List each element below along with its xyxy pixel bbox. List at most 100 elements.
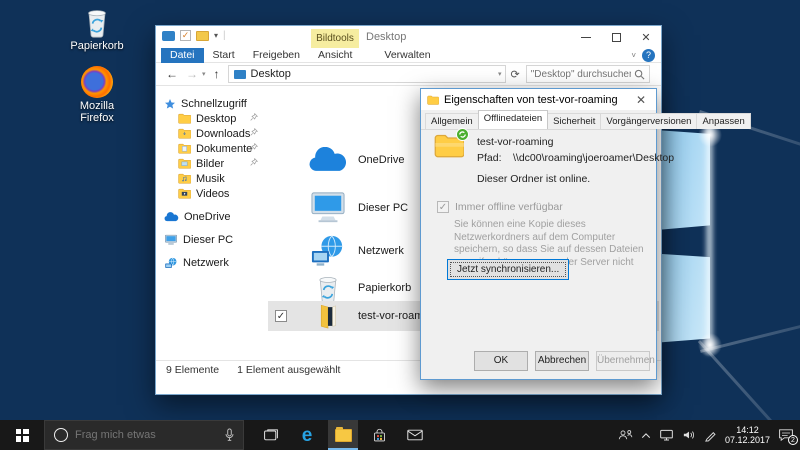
taskbar-clock[interactable]: 14:12 07.12.2017 <box>725 425 770 446</box>
sidebar-item-netzwerk[interactable]: Netzwerk <box>156 255 266 270</box>
show-hidden-icons-chevron[interactable] <box>641 432 651 439</box>
search-box[interactable] <box>525 65 650 83</box>
action-center-button[interactable]: 2 <box>778 428 798 445</box>
file-item-label: Dieser PC <box>358 202 409 214</box>
pc-icon <box>308 191 348 225</box>
sidebar-label: Desktop <box>196 112 237 125</box>
network-tray-icon[interactable] <box>659 429 674 441</box>
forward-button[interactable]: → <box>186 68 198 80</box>
dialog-titlebar: Eigenschaften von test-vor-roaming ✕ <box>421 89 656 110</box>
folder-icon <box>178 143 191 154</box>
up-button[interactable]: ↑ <box>214 68 220 80</box>
sidebar-item-dokumente[interactable]: Dokumente <box>156 141 266 156</box>
sidebar-label: Musik <box>196 172 225 185</box>
people-icon[interactable] <box>618 429 633 441</box>
offline-checkbox-row: ✓ Immer offline verfügbar <box>437 201 563 213</box>
sidebar-item-bilder[interactable]: Bilder <box>156 156 266 171</box>
minimize-button[interactable] <box>571 26 601 48</box>
offline-checkbox[interactable]: ✓ <box>437 201 449 213</box>
contextual-tab-bildtools[interactable]: Bildtools <box>311 29 359 48</box>
tab-freigeben[interactable]: Freigeben <box>244 48 309 63</box>
properties-icon[interactable]: ✓ <box>180 30 191 41</box>
selection-checkbox[interactable]: ✓ <box>275 310 287 322</box>
close-icon[interactable]: ✕ <box>632 93 650 107</box>
system-tray: 14:12 07.12.2017 2 <box>618 425 800 446</box>
tab-offlinedateien[interactable]: Offlinedateien <box>477 110 549 129</box>
store-button[interactable] <box>364 420 394 450</box>
online-status-text: Dieser Ordner ist online. <box>477 173 591 185</box>
search-input[interactable] <box>530 68 631 80</box>
network-icon <box>165 257 177 268</box>
new-folder-icon[interactable] <box>196 30 209 41</box>
file-explorer-button[interactable] <box>328 420 358 450</box>
file-item-label: Netzwerk <box>358 245 404 257</box>
tab-sicherheit[interactable]: Sicherheit <box>547 113 602 129</box>
search-icon[interactable] <box>634 69 645 80</box>
folder-sync-icon <box>434 128 469 158</box>
network-globe-icon <box>308 234 348 268</box>
sidebar-item-videos[interactable]: Videos <box>156 186 266 201</box>
edge-button[interactable]: e <box>292 420 322 450</box>
quick-access-star-icon <box>165 98 175 109</box>
cortana-search-box[interactable] <box>44 420 244 450</box>
sidebar-label: Dieser PC <box>183 233 234 246</box>
ok-button[interactable]: OK <box>474 351 528 371</box>
sidebar-label: Dokumente <box>196 142 253 155</box>
taskbar-search-input[interactable] <box>75 429 205 441</box>
pc-icon <box>165 234 177 245</box>
tab-vorgaengerversionen[interactable]: Vorgängerversionen <box>600 113 698 129</box>
open-folder-icon <box>308 303 348 330</box>
tab-ansicht[interactable]: Ansicht <box>309 48 361 63</box>
file-item-label: OneDrive <box>358 154 405 166</box>
tab-allgemein[interactable]: Allgemein <box>425 113 479 129</box>
tab-verwalten[interactable]: Verwalten <box>375 48 439 63</box>
address-bar[interactable]: Desktop ▾ <box>227 65 506 83</box>
recent-locations-chevron-icon[interactable]: ▾ <box>202 70 206 78</box>
customize-toolbar-chevron-icon[interactable]: ▾ <box>214 31 218 40</box>
volume-icon[interactable] <box>682 429 696 441</box>
sidebar-label: OneDrive <box>184 210 231 223</box>
location-folder-icon <box>233 69 246 79</box>
dialog-folder-name: test-vor-roaming <box>477 136 554 148</box>
start-button[interactable] <box>0 420 44 450</box>
task-view-button[interactable] <box>256 420 286 450</box>
sidebar-item-schnellzugriff[interactable]: Schnellzugriff <box>156 96 266 111</box>
clock-time: 14:12 <box>736 424 759 435</box>
cancel-button[interactable]: Abbrechen <box>535 351 589 371</box>
dialog-buttons: OK Abbrechen Übernehmen <box>474 351 655 371</box>
sync-now-button[interactable]: Jetzt synchronisieren... <box>447 259 570 280</box>
address-dropdown-chevron-icon[interactable]: ▾ <box>498 70 502 78</box>
desktop-icon-label: Papierkorb <box>70 40 124 52</box>
sidebar-item-onedrive[interactable]: OneDrive <box>156 209 266 224</box>
microphone-icon[interactable] <box>224 428 235 442</box>
close-button[interactable]: ✕ <box>631 26 661 48</box>
folder-icon <box>178 128 191 139</box>
mail-icon <box>407 429 423 441</box>
desktop-icon-papierkorb[interactable]: Papierkorb <box>62 6 132 52</box>
tab-anpassen[interactable]: Anpassen <box>696 113 751 129</box>
apply-button[interactable]: Übernehmen <box>596 351 655 371</box>
back-button[interactable]: ← <box>166 68 178 80</box>
folder-icon <box>178 113 191 124</box>
address-toolbar: ← → ▾ ↑ Desktop ▾ ⟳ <box>156 63 661 86</box>
dialog-tab-strip: Allgemein Offlinedateien Sicherheit Vorg… <box>421 110 751 130</box>
file-item-label: Papierkorb <box>358 282 412 294</box>
help-icon[interactable]: ? <box>642 49 655 62</box>
tab-start[interactable]: Start <box>204 48 244 63</box>
maximize-button[interactable] <box>601 26 631 48</box>
desktop: Papierkorb Mozilla Firefox ✓ ▾ | Bildtoo… <box>0 0 800 450</box>
address-location: Desktop <box>250 68 291 80</box>
sidebar-item-musik[interactable]: Musik <box>156 171 266 186</box>
desktop-icon-firefox[interactable]: Mozilla Firefox <box>62 66 132 124</box>
sidebar-label: Videos <box>196 187 230 200</box>
tab-datei[interactable]: Datei <box>161 47 204 63</box>
refresh-icon[interactable]: ⟳ <box>511 68 520 81</box>
sidebar-item-desktop[interactable]: Desktop <box>156 111 266 126</box>
pin-icon <box>250 158 258 166</box>
sidebar-item-dieser-pc[interactable]: Dieser PC <box>156 232 266 247</box>
sidebar-item-downloads[interactable]: Downloads <box>156 126 266 141</box>
mail-button[interactable] <box>400 420 430 450</box>
sidebar-label: Downloads <box>196 127 251 140</box>
ribbon-expand-chevron-icon[interactable]: ˅ <box>631 51 636 60</box>
windows-ink-pen-icon[interactable] <box>704 429 717 442</box>
